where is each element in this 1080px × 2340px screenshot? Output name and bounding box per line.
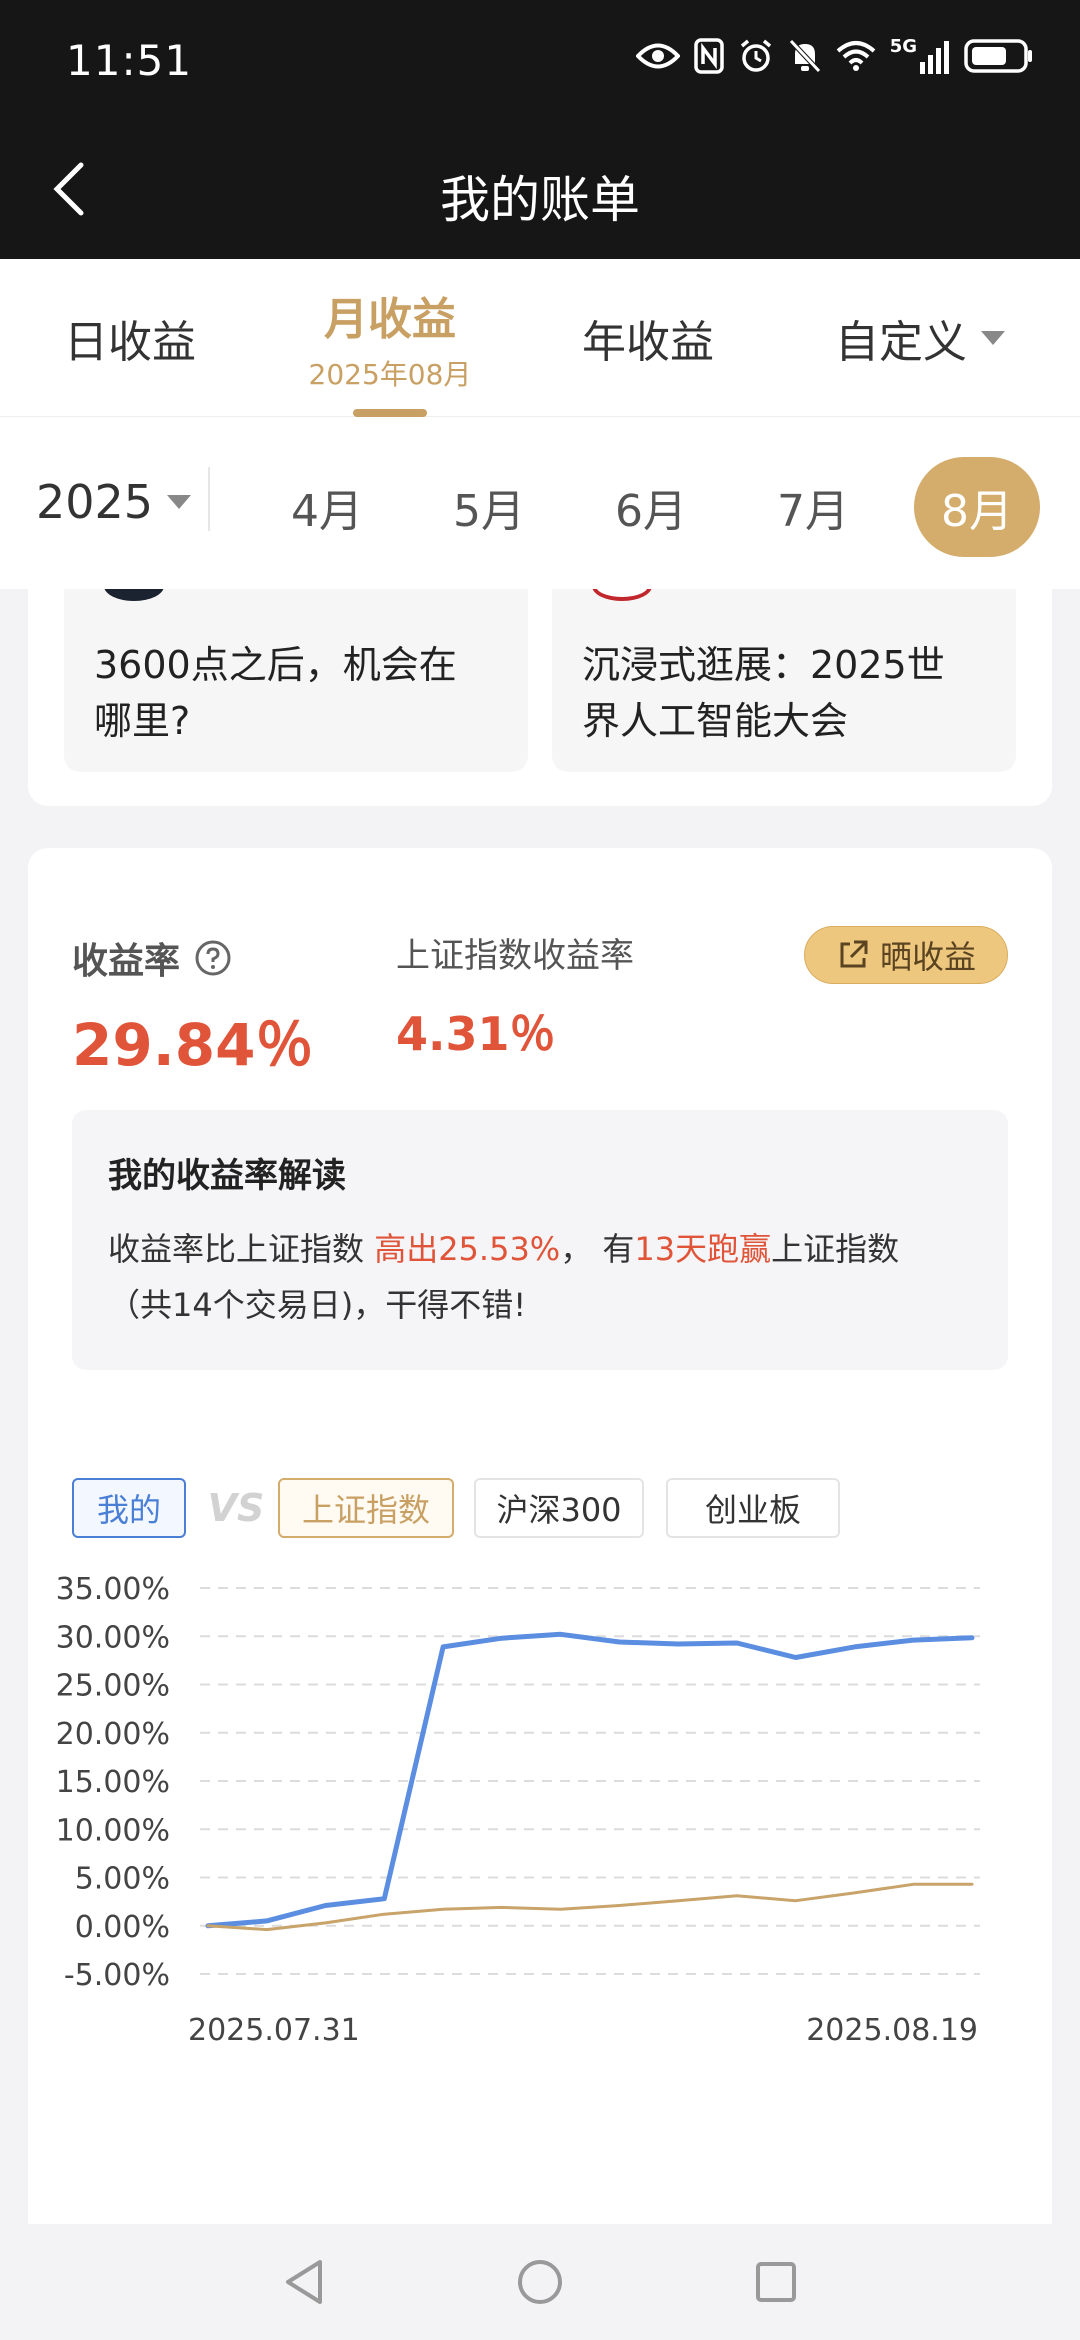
interpretation-title: 我的收益率解读 xyxy=(108,1156,346,1196)
status-time: 11:51 xyxy=(66,36,193,85)
period-tabs: 日收益 月收益 2025年08月 年收益 自定义 xyxy=(0,259,1080,417)
wifi-icon xyxy=(836,41,876,71)
system-nav-bar xyxy=(0,2224,1080,2340)
y-tick-label: 35.00% xyxy=(56,1572,170,1607)
signal-icon xyxy=(920,41,949,74)
mute-icon xyxy=(788,39,821,73)
eye-icon xyxy=(635,43,680,69)
x-tick-label-end: 2025.08.19 xyxy=(806,2013,978,2048)
compare-chip-mine[interactable]: 我的 xyxy=(72,1478,186,1538)
tab-monthly-sub: 2025年08月 xyxy=(308,358,472,391)
y-tick-label: 25.00% xyxy=(56,1669,170,1704)
index-yield-label: 上证指数收益率 xyxy=(396,936,634,976)
battery-icon xyxy=(964,39,1032,73)
help-icon[interactable] xyxy=(194,939,232,977)
y-tick-label: 30.00% xyxy=(56,1620,170,1655)
month-item-selected[interactable]: 8月 xyxy=(914,457,1040,557)
y-tick-label: -5.00% xyxy=(64,1958,170,1993)
year-select[interactable]: 2025 xyxy=(36,475,192,529)
tab-monthly-label: 月收益 xyxy=(324,294,456,345)
article-thumbnail xyxy=(104,589,164,601)
article-card[interactable]: 沉浸式逛展：2025世 界人工智能大会 xyxy=(552,589,1016,772)
status-icons: 5G xyxy=(635,36,1034,74)
month-item[interactable]: 5月 xyxy=(426,457,552,557)
compare-chip-hs300[interactable]: 沪深300 xyxy=(474,1478,644,1538)
home-circle-icon[interactable] xyxy=(516,2258,564,2306)
compare-chip-chinext[interactable]: 创业板 xyxy=(666,1478,840,1538)
month-selector: 2025 4月 5月 6月 7月 8月 xyxy=(0,417,1080,589)
status-bar: 11:51 5G xyxy=(0,0,1080,120)
alarm-icon xyxy=(740,39,771,72)
yield-label: 收益率 xyxy=(72,932,232,984)
article-title: 沉浸式逛展：2025世 界人工智能大会 xyxy=(582,643,945,743)
interpretation-box: 我的收益率解读 收益率比上证指数 高出25.53%， 有13天跑赢上证指数 （共… xyxy=(72,1110,1008,1370)
month-item[interactable]: 6月 xyxy=(588,457,714,557)
article-thumbnail xyxy=(592,589,652,601)
tab-monthly[interactable]: 月收益 2025年08月 xyxy=(290,259,490,417)
chevron-down-icon xyxy=(981,331,1005,345)
yield-chart: 35.00% 30.00% 25.00% 20.00% 15.00% 10.00% 5.00… xyxy=(28,1548,1052,2068)
tab-daily-label: 日收益 xyxy=(64,317,196,368)
vs-label: VS xyxy=(207,1486,265,1530)
tab-yearly[interactable]: 年收益 xyxy=(548,259,748,417)
tab-custom[interactable]: 自定义 xyxy=(800,259,1040,417)
tab-daily[interactable]: 日收益 xyxy=(30,259,230,417)
article-title: 3600点之后，机会在 哪里? xyxy=(94,643,457,743)
share-icon xyxy=(840,940,868,968)
recents-square-icon[interactable] xyxy=(754,2260,798,2304)
y-tick-label: 15.00% xyxy=(56,1765,170,1800)
tab-yearly-label: 年收益 xyxy=(582,317,714,368)
tab-active-indicator xyxy=(353,409,427,417)
divider xyxy=(208,467,210,531)
article-card[interactable]: 3600点之后，机会在 哪里? xyxy=(64,589,528,772)
index-yield-value: 4.31％ xyxy=(396,1007,556,1061)
year-value: 2025 xyxy=(36,475,154,529)
y-tick-label: 20.00% xyxy=(56,1717,170,1752)
x-tick-label-start: 2025.07.31 xyxy=(188,2013,360,2048)
y-tick-label: 10.00% xyxy=(56,1813,170,1848)
articles-card: 3600点之后，机会在 哪里? 沉浸式逛展：2025世 界人工智能大会 xyxy=(28,589,1052,806)
month-item[interactable]: 4月 xyxy=(264,457,390,557)
y-tick-label: 0.00% xyxy=(75,1910,170,1945)
tab-custom-label: 自定义 xyxy=(835,317,967,368)
nav-bar: 我的账单 xyxy=(0,120,1080,259)
interpretation-text: 收益率比上证指数 高出25.53%， 有13天跑赢上证指数 xyxy=(108,1230,900,1268)
yield-value: 29.84％ xyxy=(72,1011,314,1079)
page-title: 我的账单 xyxy=(440,171,640,229)
month-item[interactable]: 7月 xyxy=(750,457,876,557)
share-label: 晒收益 xyxy=(879,938,976,976)
y-tick-label: 5.00% xyxy=(75,1862,170,1897)
nfc-icon xyxy=(693,38,724,74)
compare-chip-shanghai[interactable]: 上证指数 xyxy=(278,1478,454,1538)
yield-chart-svg: 35.00% 30.00% 25.00% 20.00% 15.00% 10.00% 5.00… xyxy=(56,1572,980,2048)
yield-card: 收益率 29.84％ 上证指数收益率 4.31％ 晒收益 我的收益率解读 收益率… xyxy=(28,848,1052,2340)
network-label: 5G xyxy=(889,36,917,57)
interpretation-text-line2: （共14个交易日)，干得不错! xyxy=(108,1286,527,1324)
chevron-down-icon xyxy=(167,495,192,509)
share-yield-button[interactable]: 晒收益 xyxy=(804,926,1008,984)
back-triangle-icon[interactable] xyxy=(282,2258,326,2306)
